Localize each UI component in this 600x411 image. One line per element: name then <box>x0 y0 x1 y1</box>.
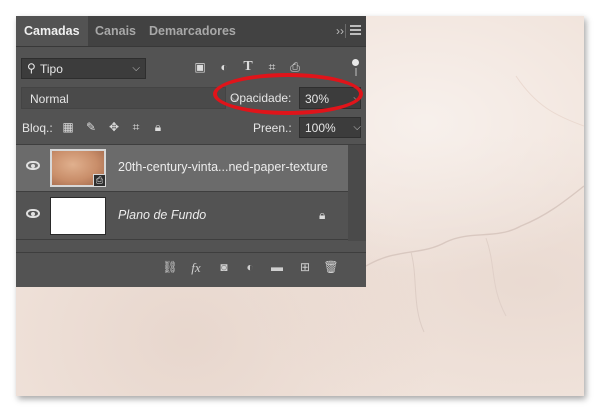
layer-name: Plano de Fundo <box>118 208 207 222</box>
layer-name: 20th-century-vinta...ned-paper-texture <box>118 160 328 174</box>
filter-toggle-track <box>355 68 357 76</box>
smart-object-icon: ⎙ <box>93 174 106 187</box>
filter-type-select[interactable]: ⚲ Tipo ⌵ <box>21 58 146 79</box>
lock-move-icon[interactable]: ✥ <box>107 120 121 134</box>
new-layer-icon[interactable]: ⊞ <box>297 260 313 274</box>
chevron-down-icon[interactable]: ⌵ <box>353 122 361 133</box>
opacity-highlight-ellipse <box>213 73 363 115</box>
blend-mode-select[interactable]: Normal ⌵ <box>21 87 239 109</box>
image-filter-icon[interactable]: ▣ <box>193 60 207 74</box>
smart-object-filter-icon[interactable]: ⎙ <box>288 60 302 74</box>
blend-mode-value: Normal <box>30 92 69 106</box>
divider <box>16 252 366 253</box>
tab-camadas[interactable]: Camadas <box>16 16 88 46</box>
eye-icon[interactable] <box>26 209 40 218</box>
filter-toggle-icon[interactable] <box>352 59 359 66</box>
layer-row-background[interactable]: Plano de Fundo 🔒︎ <box>16 193 348 240</box>
lock-artboard-icon[interactable]: ⌗ <box>129 120 143 135</box>
tab-demarcadores[interactable]: Demarcadores <box>149 16 236 46</box>
layers-panel: Camadas Canais Demarcadores ›› ⚲ Tipo ⌵ … <box>16 16 366 287</box>
link-layers-icon[interactable]: ⛓︎ <box>162 260 178 274</box>
lock-transparent-icon[interactable]: ▦ <box>61 120 75 134</box>
mask-icon[interactable]: ◙ <box>216 260 232 274</box>
layer-lock-icon[interactable]: 🔒︎ <box>319 208 325 223</box>
fx-icon[interactable]: fx <box>188 260 204 276</box>
adjustment-icon[interactable]: ◐ <box>242 260 258 274</box>
layer-row-paper-texture[interactable]: ⎙ 20th-century-vinta...ned-paper-texture <box>16 145 348 192</box>
chevron-down-icon: ⌵ <box>132 63 140 74</box>
collapse-panel-icon[interactable]: ›› <box>336 16 344 46</box>
fill-value: 100% <box>305 121 336 135</box>
folder-icon[interactable]: ▬ <box>269 260 285 274</box>
adjustment-filter-icon[interactable]: ◐ <box>217 60 231 74</box>
filter-type-label: Tipo <box>40 62 63 76</box>
layer-thumbnail <box>50 197 106 235</box>
tab-canais[interactable]: Canais <box>95 16 136 46</box>
tab-divider <box>345 24 346 38</box>
lock-label: Bloq.: <box>22 121 53 135</box>
search-icon: ⚲ <box>27 61 36 75</box>
lock-paint-icon[interactable]: ✎ <box>84 120 98 134</box>
panel-tab-bar: Camadas Canais Demarcadores ›› <box>16 16 366 47</box>
type-filter-icon[interactable]: T <box>241 60 255 74</box>
lock-all-icon[interactable]: 🔒︎ <box>151 120 165 135</box>
shape-filter-icon[interactable]: ⌗ <box>265 60 279 74</box>
canvas-area: Camadas Canais Demarcadores ›› ⚲ Tipo ⌵ … <box>16 16 584 396</box>
trash-icon[interactable]: 🗑︎ <box>323 260 339 274</box>
eye-icon[interactable] <box>26 161 40 170</box>
scrollbar-track[interactable] <box>348 145 366 241</box>
panel-menu-icon[interactable] <box>350 25 361 35</box>
layer-thumbnail: ⎙ <box>50 149 106 187</box>
fill-label: Preen.: <box>253 121 292 135</box>
fill-input[interactable]: 100% ⌵ <box>299 117 361 138</box>
